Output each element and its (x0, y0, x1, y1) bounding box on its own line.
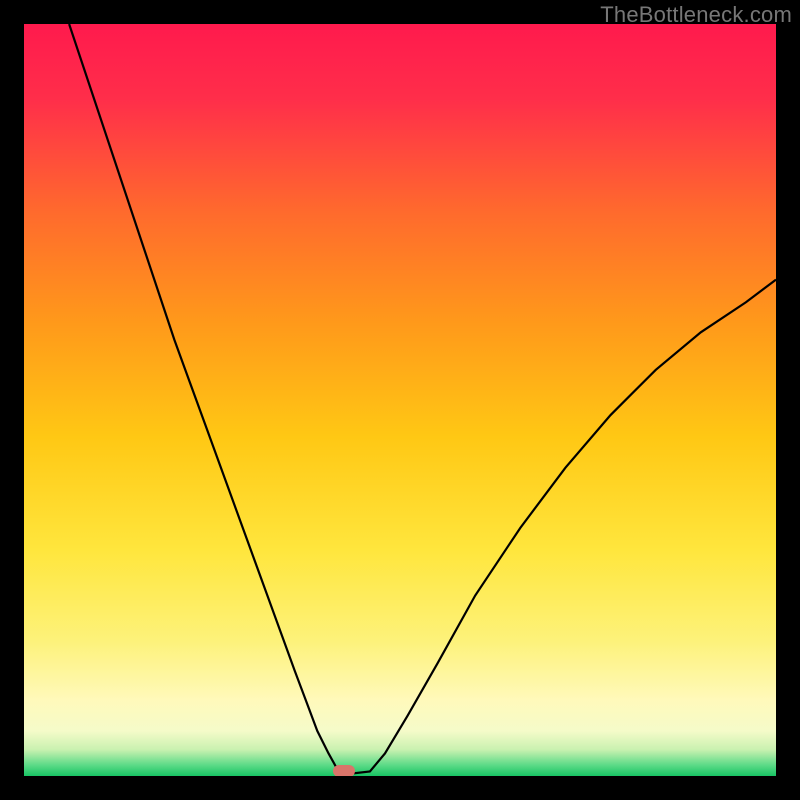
chart-frame: TheBottleneck.com (0, 0, 800, 800)
watermark-text: TheBottleneck.com (600, 2, 792, 28)
optimal-marker (333, 765, 355, 776)
chart-svg (24, 24, 776, 776)
gradient-background (24, 24, 776, 776)
plot-area (24, 24, 776, 776)
